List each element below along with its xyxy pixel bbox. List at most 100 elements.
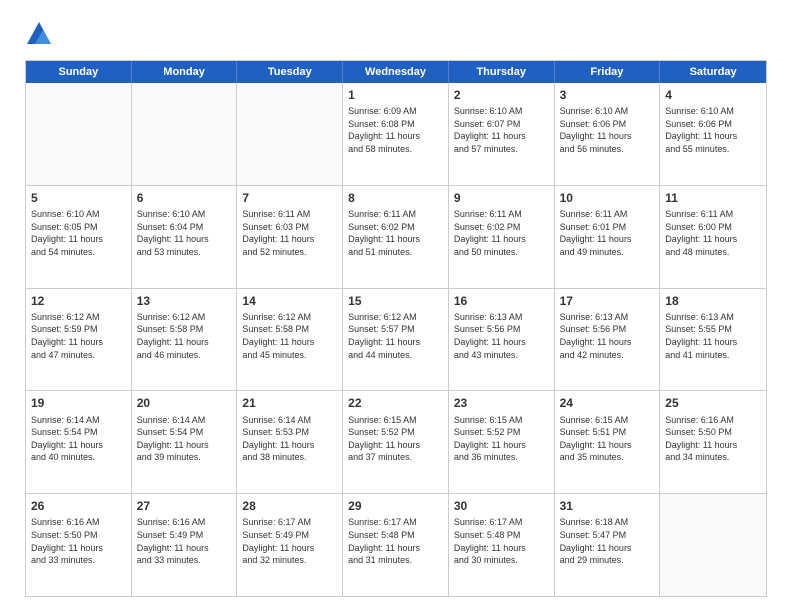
- day-cell-20: 20Sunrise: 6:14 AM Sunset: 5:54 PM Dayli…: [132, 391, 238, 493]
- day-number: 5: [31, 190, 126, 206]
- day-info: Sunrise: 6:11 AM Sunset: 6:03 PM Dayligh…: [242, 208, 337, 258]
- empty-cell-r4c6: [660, 494, 766, 596]
- day-cell-16: 16 Sunrise: 6:13 AM Sunset: 5:56 PM Dayli…: [449, 289, 555, 391]
- day-cell-23: 23Sunrise: 6:15 AM Sunset: 5:52 PM Dayli…: [449, 391, 555, 493]
- day-cell-22: 22 Sunrise: 6:15 AM Sunset: 5:52 PM Dayli…: [343, 391, 449, 493]
- day-cell-9: 9Sunrise: 6:11 AM Sunset: 6:02 PM Daylig…: [449, 186, 555, 288]
- day-cell-19: 19 Sunrise: 6:14 AM Sunset: 5:54 PM Dayli…: [26, 391, 132, 493]
- day-number: 22: [348, 395, 443, 411]
- day-number: 21: [242, 395, 337, 411]
- day-info: Sunrise: 6:13 AM Sunset: 5:56 PM Dayligh…: [454, 311, 549, 361]
- header: [25, 20, 767, 48]
- day-number: 12: [31, 293, 126, 309]
- day-number: 28: [242, 498, 337, 514]
- day-number: 23: [454, 395, 549, 411]
- day-info: Sunrise: 6:11 AM Sunset: 6:02 PM Dayligh…: [348, 208, 443, 258]
- day-number: 25: [665, 395, 761, 411]
- day-cell-17: 17 Sunrise: 6:13 AM Sunset: 5:56 PM Dayli…: [555, 289, 661, 391]
- day-info: Sunrise: 6:12 AM Sunset: 5:59 PM Dayligh…: [31, 311, 126, 361]
- weekday-header-monday: Monday: [132, 61, 238, 83]
- day-number: 24: [560, 395, 655, 411]
- day-info: Sunrise: 6:10 AM Sunset: 6:06 PM Dayligh…: [560, 105, 655, 155]
- day-number: 17: [560, 293, 655, 309]
- day-number: 31: [560, 498, 655, 514]
- weekday-header-saturday: Saturday: [660, 61, 766, 83]
- day-cell-10: 10 Sunrise: 6:11 AM Sunset: 6:01 PM Dayli…: [555, 186, 661, 288]
- weekday-header-wednesday: Wednesday: [343, 61, 449, 83]
- day-number: 29: [348, 498, 443, 514]
- day-number: 3: [560, 87, 655, 103]
- day-cell-25: 25Sunrise: 6:16 AM Sunset: 5:50 PM Dayli…: [660, 391, 766, 493]
- day-cell-13: 13Sunrise: 6:12 AM Sunset: 5:58 PM Dayli…: [132, 289, 238, 391]
- day-info: Sunrise: 6:14 AM Sunset: 5:54 PM Dayligh…: [31, 414, 126, 464]
- day-info: Sunrise: 6:15 AM Sunset: 5:52 PM Dayligh…: [348, 414, 443, 464]
- day-info: Sunrise: 6:15 AM Sunset: 5:51 PM Dayligh…: [560, 414, 655, 464]
- day-number: 26: [31, 498, 126, 514]
- day-cell-28: 28 Sunrise: 6:17 AM Sunset: 5:49 PM Dayli…: [237, 494, 343, 596]
- day-cell-3: 3 Sunrise: 6:10 AM Sunset: 6:06 PM Daylig…: [555, 83, 661, 185]
- day-number: 15: [348, 293, 443, 309]
- day-cell-15: 15 Sunrise: 6:12 AM Sunset: 5:57 PM Dayli…: [343, 289, 449, 391]
- day-cell-24: 24 Sunrise: 6:15 AM Sunset: 5:51 PM Dayli…: [555, 391, 661, 493]
- weekday-header-sunday: Sunday: [26, 61, 132, 83]
- day-cell-14: 14 Sunrise: 6:12 AM Sunset: 5:58 PM Dayli…: [237, 289, 343, 391]
- day-cell-8: 8 Sunrise: 6:11 AM Sunset: 6:02 PM Daylig…: [343, 186, 449, 288]
- weekday-header-thursday: Thursday: [449, 61, 555, 83]
- day-cell-21: 21Sunrise: 6:14 AM Sunset: 5:53 PM Dayli…: [237, 391, 343, 493]
- day-info: Sunrise: 6:10 AM Sunset: 6:05 PM Dayligh…: [31, 208, 126, 258]
- day-info: Sunrise: 6:16 AM Sunset: 5:50 PM Dayligh…: [31, 516, 126, 566]
- day-cell-12: 12 Sunrise: 6:12 AM Sunset: 5:59 PM Dayli…: [26, 289, 132, 391]
- day-info: Sunrise: 6:12 AM Sunset: 5:58 PM Dayligh…: [137, 311, 232, 361]
- calendar-body: 1 Sunrise: 6:09 AM Sunset: 6:08 PM Daylig…: [26, 83, 766, 596]
- calendar-row-3: 12 Sunrise: 6:12 AM Sunset: 5:59 PM Dayli…: [26, 288, 766, 391]
- day-info: Sunrise: 6:17 AM Sunset: 5:48 PM Dayligh…: [454, 516, 549, 566]
- day-number: 19: [31, 395, 126, 411]
- day-info: Sunrise: 6:12 AM Sunset: 5:57 PM Dayligh…: [348, 311, 443, 361]
- day-info: Sunrise: 6:10 AM Sunset: 6:04 PM Dayligh…: [137, 208, 232, 258]
- calendar-header: SundayMondayTuesdayWednesdayThursdayFrid…: [26, 61, 766, 83]
- day-number: 11: [665, 190, 761, 206]
- page: SundayMondayTuesdayWednesdayThursdayFrid…: [0, 0, 792, 612]
- day-info: Sunrise: 6:10 AM Sunset: 6:06 PM Dayligh…: [665, 105, 761, 155]
- day-cell-11: 11 Sunrise: 6:11 AM Sunset: 6:00 PM Dayli…: [660, 186, 766, 288]
- day-cell-6: 6 Sunrise: 6:10 AM Sunset: 6:04 PM Daylig…: [132, 186, 238, 288]
- calendar-row-4: 19 Sunrise: 6:14 AM Sunset: 5:54 PM Dayli…: [26, 390, 766, 493]
- day-number: 18: [665, 293, 761, 309]
- day-cell-27: 27 Sunrise: 6:16 AM Sunset: 5:49 PM Dayli…: [132, 494, 238, 596]
- day-info: Sunrise: 6:13 AM Sunset: 5:56 PM Dayligh…: [560, 311, 655, 361]
- day-cell-30: 30 Sunrise: 6:17 AM Sunset: 5:48 PM Dayli…: [449, 494, 555, 596]
- day-info: Sunrise: 6:11 AM Sunset: 6:00 PM Dayligh…: [665, 208, 761, 258]
- day-cell-26: 26 Sunrise: 6:16 AM Sunset: 5:50 PM Dayli…: [26, 494, 132, 596]
- day-number: 27: [137, 498, 232, 514]
- day-info: Sunrise: 6:11 AM Sunset: 6:01 PM Dayligh…: [560, 208, 655, 258]
- day-number: 9: [454, 190, 549, 206]
- day-number: 10: [560, 190, 655, 206]
- day-number: 6: [137, 190, 232, 206]
- empty-cell-r0c2: [237, 83, 343, 185]
- day-info: Sunrise: 6:12 AM Sunset: 5:58 PM Dayligh…: [242, 311, 337, 361]
- calendar-row-2: 5 Sunrise: 6:10 AM Sunset: 6:05 PM Daylig…: [26, 185, 766, 288]
- day-number: 30: [454, 498, 549, 514]
- day-number: 1: [348, 87, 443, 103]
- day-info: Sunrise: 6:13 AM Sunset: 5:55 PM Dayligh…: [665, 311, 761, 361]
- day-info: Sunrise: 6:16 AM Sunset: 5:49 PM Dayligh…: [137, 516, 232, 566]
- day-info: Sunrise: 6:18 AM Sunset: 5:47 PM Dayligh…: [560, 516, 655, 566]
- weekday-header-tuesday: Tuesday: [237, 61, 343, 83]
- day-number: 14: [242, 293, 337, 309]
- day-number: 7: [242, 190, 337, 206]
- day-number: 4: [665, 87, 761, 103]
- day-cell-31: 31 Sunrise: 6:18 AM Sunset: 5:47 PM Dayli…: [555, 494, 661, 596]
- day-cell-29: 29Sunrise: 6:17 AM Sunset: 5:48 PM Dayli…: [343, 494, 449, 596]
- calendar: SundayMondayTuesdayWednesdayThursdayFrid…: [25, 60, 767, 597]
- calendar-row-5: 26 Sunrise: 6:16 AM Sunset: 5:50 PM Dayli…: [26, 493, 766, 596]
- day-cell-4: 4 Sunrise: 6:10 AM Sunset: 6:06 PM Daylig…: [660, 83, 766, 185]
- day-info: Sunrise: 6:09 AM Sunset: 6:08 PM Dayligh…: [348, 105, 443, 155]
- empty-cell-r0c1: [132, 83, 238, 185]
- day-number: 8: [348, 190, 443, 206]
- day-info: Sunrise: 6:17 AM Sunset: 5:49 PM Dayligh…: [242, 516, 337, 566]
- logo: [25, 20, 57, 48]
- day-cell-18: 18 Sunrise: 6:13 AM Sunset: 5:55 PM Dayli…: [660, 289, 766, 391]
- empty-cell-r0c0: [26, 83, 132, 185]
- day-number: 16: [454, 293, 549, 309]
- day-cell-5: 5 Sunrise: 6:10 AM Sunset: 6:05 PM Daylig…: [26, 186, 132, 288]
